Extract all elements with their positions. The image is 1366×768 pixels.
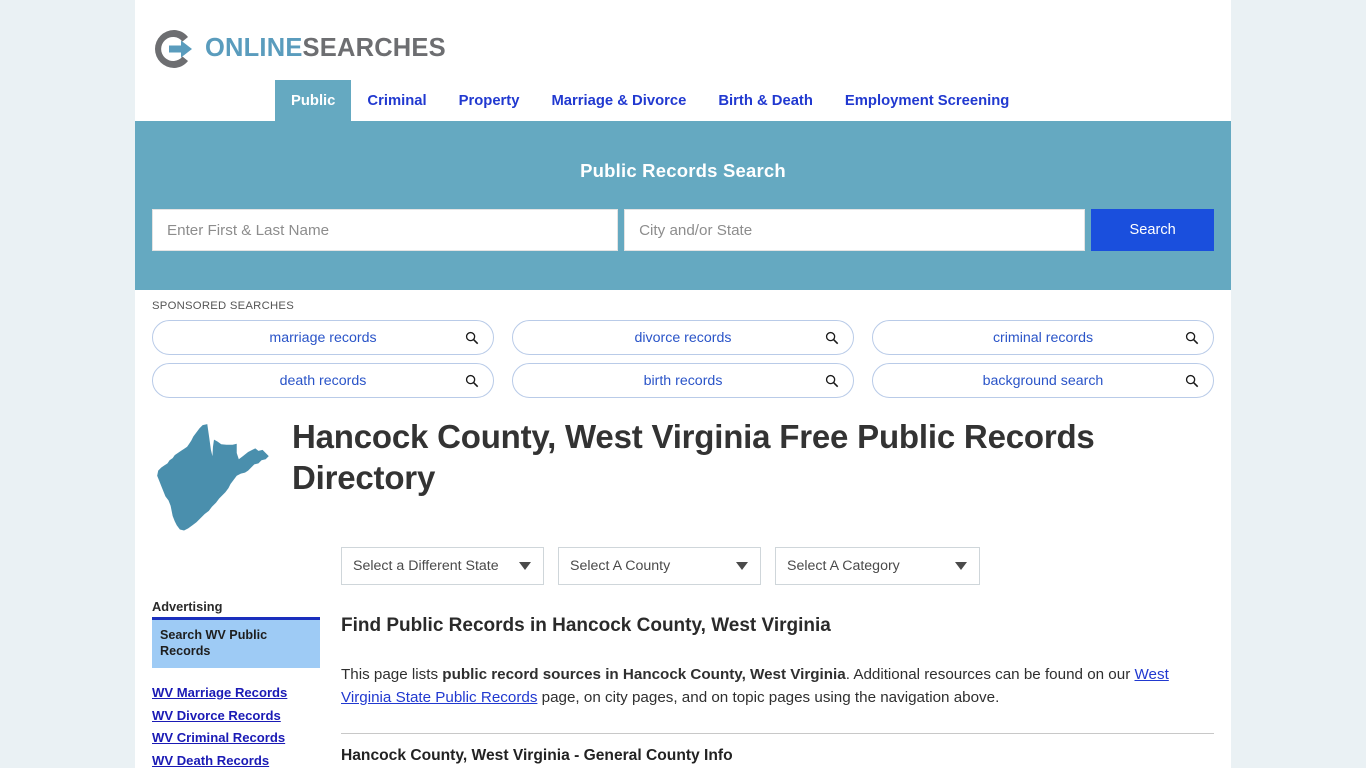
advertising-label: Advertising xyxy=(152,598,223,614)
subsection-heading-general-county-info: Hancock County, West Virginia - General … xyxy=(341,747,733,765)
logo-word-searches: SEARCHES xyxy=(302,34,446,63)
sidebar-link-list: WV Marriage Records WV Divorce Records W… xyxy=(152,684,320,768)
sponsored-pill-label: birth records xyxy=(643,372,723,389)
sponsored-pill-label: background search xyxy=(982,372,1104,389)
main-navigation: Public Criminal Property Marriage & Divo… xyxy=(135,80,1231,125)
page-title: Hancock County, West Virginia Free Publi… xyxy=(292,418,1095,497)
content-container: ONLINESEARCHES Public Criminal Property … xyxy=(135,0,1231,768)
filter-selects: Select a Different State Select A County… xyxy=(341,546,1214,585)
search-banner-title: Public Records Search xyxy=(580,160,786,181)
sponsored-pill-background-search[interactable]: background search xyxy=(872,363,1214,398)
search-icon xyxy=(465,374,479,387)
page-header-block: Hancock County, West Virginia Free Publi… xyxy=(135,398,1231,541)
paragraph-part-1: This page lists xyxy=(341,665,443,683)
west-virginia-state-map-icon xyxy=(152,416,276,541)
ad-box-search-wv-public-records[interactable]: Search WV Public Records xyxy=(152,616,320,669)
category-select[interactable]: Select A Category xyxy=(775,546,980,585)
sidebar-link-wv-death-records[interactable]: WV Death Records xyxy=(152,752,320,768)
sponsored-searches-label: SPONSORED SEARCHES xyxy=(152,300,294,312)
sidebar-link-wv-criminal-records[interactable]: WV Criminal Records xyxy=(152,729,320,748)
logo-word-online: ONLINE xyxy=(205,34,303,63)
circle-arrow-logo-icon xyxy=(155,30,192,68)
sidebar: Advertising Search WV Public Records WV … xyxy=(152,541,320,768)
tab-marriage-divorce[interactable]: Marriage & Divorce xyxy=(535,80,702,121)
main-content: Select a Different State Select A County… xyxy=(320,541,1214,768)
content-divider xyxy=(341,733,1214,735)
sponsored-searches-grid: marriage records divorce records crimina… xyxy=(152,320,1214,398)
county-select[interactable]: Select A County xyxy=(558,546,761,585)
sponsored-pill-label: death records xyxy=(279,372,367,389)
tab-property[interactable]: Property xyxy=(443,80,536,121)
search-icon xyxy=(1185,374,1199,387)
logo-wordmark: ONLINESEARCHES xyxy=(205,36,446,62)
site-logo[interactable]: ONLINESEARCHES xyxy=(135,0,1231,80)
paragraph-bold-1: public record sources in Hancock County,… xyxy=(442,665,846,683)
county-select-value: Select A County xyxy=(570,557,671,574)
sponsored-pill-divorce-records[interactable]: divorce records xyxy=(512,320,854,355)
chevron-down-icon xyxy=(519,561,531,570)
search-icon xyxy=(1185,331,1199,344)
tab-birth-death[interactable]: Birth & Death xyxy=(702,80,829,121)
chevron-down-icon xyxy=(736,561,748,570)
sidebar-link-wv-divorce-records[interactable]: WV Divorce Records xyxy=(152,707,320,726)
page-root: ONLINESEARCHES Public Criminal Property … xyxy=(0,0,1366,768)
section-heading: Find Public Records in Hancock County, W… xyxy=(341,614,831,636)
tab-public[interactable]: Public xyxy=(275,80,352,121)
search-submit-button[interactable]: Search xyxy=(1091,209,1214,251)
sponsored-pill-label: marriage records xyxy=(269,329,377,346)
search-location-input[interactable] xyxy=(624,209,1086,251)
sponsored-pill-marriage-records[interactable]: marriage records xyxy=(152,320,494,355)
intro-paragraph: This page lists public record sources in… xyxy=(341,663,1214,709)
tab-employment-screening[interactable]: Employment Screening xyxy=(829,80,1025,121)
category-select-value: Select A Category xyxy=(787,557,900,574)
sponsored-pill-criminal-records[interactable]: criminal records xyxy=(872,320,1214,355)
public-records-search-banner: Public Records Search Search xyxy=(135,125,1231,290)
search-form: Search xyxy=(152,209,1214,251)
sidebar-link-wv-marriage-records[interactable]: WV Marriage Records xyxy=(152,684,320,703)
sponsored-pill-death-records[interactable]: death records xyxy=(152,363,494,398)
paragraph-part-3: page, on city pages, and on topic pages … xyxy=(537,688,1000,706)
body-columns: Advertising Search WV Public Records WV … xyxy=(135,541,1231,768)
sponsored-pill-birth-records[interactable]: birth records xyxy=(512,363,854,398)
sponsored-pill-label: criminal records xyxy=(992,329,1094,346)
search-icon xyxy=(825,374,839,387)
sponsored-pill-label: divorce records xyxy=(634,329,732,346)
sponsored-searches-section: SPONSORED SEARCHES marriage records divo… xyxy=(135,290,1231,398)
state-select[interactable]: Select a Different State xyxy=(341,546,544,585)
state-select-value: Select a Different State xyxy=(353,557,499,574)
paragraph-part-2: . Additional resources can be found on o… xyxy=(845,665,1135,683)
search-icon xyxy=(825,331,839,344)
search-icon xyxy=(465,331,479,344)
tab-criminal[interactable]: Criminal xyxy=(351,80,442,121)
chevron-down-icon xyxy=(955,561,967,570)
search-name-input[interactable] xyxy=(152,209,619,251)
